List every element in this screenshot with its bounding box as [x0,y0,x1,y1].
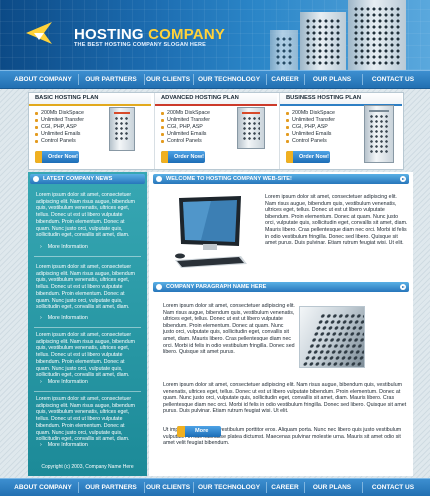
nav-our-technology[interactable]: OUR TECHNOLOGY [194,71,264,88]
server-image [237,107,265,149]
divider [34,327,141,328]
plan-feature: Unlimited Emails [161,131,210,138]
welcome-text: Lorem ipsum dolor sit amet, consectetuer… [265,194,408,247]
plan-basic: BASIC HOSTING PLAN 200Mb DiskSpace Unlim… [29,93,153,169]
page: HOSTING COMPANY THE BEST HOSTING COMPANY… [0,0,430,496]
news-column: LATEST COMPANY NEWS Lorem ipsum dolor si… [28,172,147,476]
footer-our-plans[interactable]: OUR PLANS [306,479,358,496]
more-information-link[interactable]: More Information [40,379,88,385]
news-item-text: Lorem ipsum dolor sit amet, consectetuer… [36,332,135,379]
nav-our-clients[interactable]: OUR CLIENTS [145,71,191,88]
site-slogan: THE BEST HOSTING COMPANY SLOGAN HERE [74,42,206,48]
logo-icon [26,22,52,44]
server-image [364,105,394,163]
plan-feature: Unlimited Transfer [35,117,84,124]
plan-features: 200Mb DiskSpace Unlimited Transfer CGI, … [286,110,335,145]
header-banner: HOSTING COMPANY THE BEST HOSTING COMPANY… [0,0,430,70]
paragraph-heading-bar: COMPANY PARAGRAPH NAME HERE [153,282,409,292]
plan-title: ADVANCED HOSTING PLAN [161,95,239,101]
plan-feature: Unlimited Emails [35,131,84,138]
plan-feature: Unlimited Transfer [161,117,210,124]
arrow-icon [35,151,42,163]
news-heading: LATEST COMPANY NEWS [43,175,113,182]
arrow-icon [177,426,185,437]
news-heading-bar: LATEST COMPANY NEWS [30,174,145,184]
plan-feature: 200Mb DiskSpace [161,110,210,117]
news-item-text: Lorem ipsum dolor sit amet, consectetuer… [36,396,135,443]
nav-about-company[interactable]: ABOUT COMPANY [10,71,76,88]
plan-feature: Unlimited Emails [286,131,335,138]
plan-advanced: ADVANCED HOSTING PLAN 200Mb DiskSpace Un… [154,93,279,169]
plan-title: BUSINESS HOSTING PLAN [286,95,362,101]
more-button[interactable]: More [177,426,221,437]
building-image [270,30,298,70]
arrow-icon [286,151,293,163]
arrow-right-icon[interactable] [400,284,406,290]
order-now-button[interactable]: Order Now! [35,151,79,163]
order-now-button[interactable]: Order Now! [286,151,330,163]
welcome-heading: WELCOME TO HOSTING COMPANY WEB-SITE! [166,175,292,182]
nav-our-partners[interactable]: OUR PARTNERS [80,71,142,88]
arrow-right-icon[interactable] [400,176,406,182]
arrow-icon [161,151,168,163]
more-information-link[interactable]: More Information [40,315,88,321]
plan-features: 200Mb DiskSpace Unlimited Transfer CGI, … [35,110,84,145]
footer-contact-us[interactable]: CONTACT US [364,479,422,496]
plan-features: 200Mb DiskSpace Unlimited Transfer CGI, … [161,110,210,145]
plan-title: BASIC HOSTING PLAN [35,95,99,101]
footer-our-technology[interactable]: OUR TECHNOLOGY [194,479,264,496]
nav-contact-us[interactable]: CONTACT US [364,71,422,88]
footer-career[interactable]: CAREER [268,479,302,496]
plan-feature: 200Mb DiskSpace [286,110,335,117]
plan-feature: Control Panels [35,138,84,145]
divider [34,256,141,257]
server-image [109,107,135,151]
building-image [348,0,406,70]
more-information-link[interactable]: More Information [40,244,88,250]
paragraph-text: Lorem ipsum dolor sit amet, consectetuer… [163,382,407,415]
footer-nav: ABOUT COMPANY OUR PARTNERS OUR CLIENTS O… [0,478,430,496]
plan-feature: CGI, PHP, ASP [35,124,84,131]
plan-feature: Unlimited Transfer [286,117,335,124]
footer-about-company[interactable]: ABOUT COMPANY [10,479,76,496]
building-photo-windows [300,313,364,367]
site-logo-title-accent: COMPANY [143,26,226,43]
site-logo-title[interactable]: HOSTING COMPANY [74,26,225,43]
plan-feature: Control Panels [286,138,335,145]
bullet-icon [33,176,39,182]
main-nav: ABOUT COMPANY OUR PARTNERS OUR CLIENTS O… [0,70,430,89]
footer-our-clients[interactable]: OUR CLIENTS [145,479,191,496]
computer-image [175,196,247,268]
bullet-icon [156,284,162,290]
more-information-link[interactable]: More Information [40,442,88,448]
paragraph-text: Lorem ipsum dolor sit amet, consectetuer… [163,303,295,356]
building-photo [299,306,365,368]
paragraph-heading: COMPANY PARAGRAPH NAME HERE [166,283,267,290]
news-item-text: Lorem ipsum dolor sit amet, consectetuer… [36,264,135,311]
plan-feature: CGI, PHP, ASP [286,124,335,131]
plan-feature: 200Mb DiskSpace [35,110,84,117]
welcome-heading-bar: WELCOME TO HOSTING COMPANY WEB-SITE! [153,174,409,184]
plan-feature: CGI, PHP, ASP [161,124,210,131]
nav-our-plans[interactable]: OUR PLANS [306,71,358,88]
news-item-text: Lorem ipsum dolor sit amet, consectetuer… [36,192,135,239]
hosting-plans: BASIC HOSTING PLAN 200Mb DiskSpace Unlim… [28,92,404,170]
divider [34,391,141,392]
footer-our-partners[interactable]: OUR PARTNERS [80,479,142,496]
bullet-icon [156,176,162,182]
plan-feature: Control Panels [161,138,210,145]
building-image [300,12,346,70]
plan-business: BUSINESS HOSTING PLAN 200Mb DiskSpace Un… [279,93,404,169]
order-now-button[interactable]: Order Now! [161,151,205,163]
nav-career[interactable]: CAREER [268,71,302,88]
copyright: Copyright (c) 2003, Company Name Here [41,464,134,470]
